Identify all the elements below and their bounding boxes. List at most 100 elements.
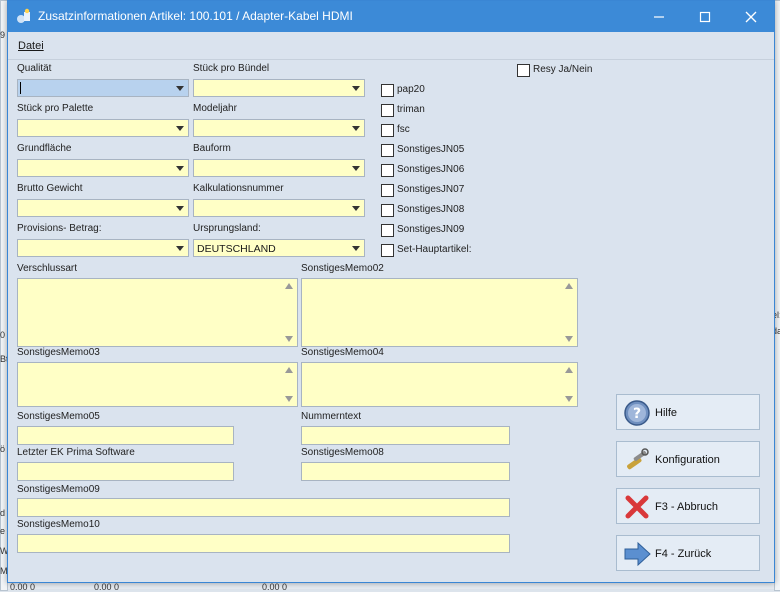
dropdown-arrow-icon[interactable] (171, 160, 188, 176)
close-icon (745, 11, 757, 22)
dropdown-arrow-icon[interactable] (171, 240, 188, 256)
app-icon (17, 8, 30, 23)
letzter-ek-input[interactable] (17, 462, 234, 481)
label-memo02: SonstigesMemo02 (301, 263, 384, 274)
abbruch-button[interactable]: F3 - Abbruch (616, 488, 760, 524)
scroll-down-icon[interactable] (285, 396, 293, 402)
label-pap20: pap20 (397, 84, 425, 95)
scroll-up-icon[interactable] (285, 367, 293, 373)
verschlussart-memo[interactable] (17, 278, 298, 347)
label-jn05: SonstigesJN05 (397, 144, 465, 155)
svg-text:?: ? (633, 406, 641, 422)
title-bar[interactable]: Zusatzinformationen Artikel: 100.101 / A… (8, 1, 774, 32)
scroll-down-icon[interactable] (565, 336, 573, 342)
scroll-up-icon[interactable] (565, 367, 573, 373)
memo-scrollbar[interactable] (561, 279, 577, 346)
menu-datei[interactable]: Datei (18, 40, 44, 52)
qualitaet-combo[interactable] (17, 79, 189, 97)
memo04-field[interactable] (301, 362, 578, 407)
zurueck-label: F4 - Zurück (655, 548, 712, 560)
label-jn06: SonstigesJN06 (397, 164, 465, 175)
checkbox-pap20[interactable] (381, 84, 394, 97)
dropdown-arrow-icon[interactable] (347, 160, 364, 176)
memo02-field[interactable] (301, 278, 578, 347)
bauform-combo[interactable] (193, 159, 365, 177)
dropdown-arrow-icon[interactable] (171, 200, 188, 216)
background-fragment: d (0, 508, 6, 518)
close-button[interactable] (728, 1, 774, 32)
label-stueck-pro-buendel: Stück pro Bündel (193, 63, 270, 74)
checkbox-jn07[interactable] (381, 184, 394, 197)
memo10-input[interactable] (17, 534, 510, 553)
label-set-hauptartikel: Set-Hauptartikel: (397, 244, 472, 255)
help-icon: ? (624, 400, 650, 426)
grundflaeche-combo[interactable] (17, 159, 189, 177)
dropdown-arrow-icon[interactable] (171, 120, 188, 136)
scroll-down-icon[interactable] (565, 396, 573, 402)
label-nummerntext: Nummerntext (301, 411, 362, 422)
checkbox-jn06[interactable] (381, 164, 394, 177)
label-fsc: fsc (397, 124, 410, 135)
dropdown-arrow-icon[interactable] (347, 240, 364, 256)
minimize-button[interactable] (636, 1, 682, 32)
checkbox-set-hauptartikel[interactable] (381, 244, 394, 257)
stueck-pro-palette-combo[interactable] (17, 119, 189, 137)
label-jn08: SonstigesJN08 (397, 204, 465, 215)
label-qualitaet: Qualität (17, 63, 52, 74)
modeljahr-combo[interactable] (193, 119, 365, 137)
checkbox-jn08[interactable] (381, 204, 394, 217)
cancel-x-icon (625, 495, 649, 519)
label-triman: triman (397, 104, 425, 115)
background-fragment: 0.00 0 (10, 582, 36, 592)
kalkulationsnummer-combo[interactable] (193, 199, 365, 217)
memo-scrollbar[interactable] (281, 279, 297, 346)
memo05-input[interactable] (17, 426, 234, 445)
scroll-down-icon[interactable] (285, 336, 293, 342)
minimize-icon (654, 15, 664, 18)
checkbox-resy[interactable] (517, 64, 530, 77)
label-memo05: SonstigesMemo05 (17, 411, 100, 422)
brutto-gewicht-combo[interactable] (17, 199, 189, 217)
hilfe-label: Hilfe (655, 407, 678, 419)
abbruch-label: F3 - Abbruch (655, 501, 718, 513)
tools-icon (627, 448, 649, 470)
label-kalkulationsnummer: Kalkulationsnummer (193, 183, 284, 194)
background-fragment: e (0, 526, 6, 536)
label-memo10: SonstigesMemo10 (17, 519, 100, 530)
label-modeljahr: Modeljahr (193, 103, 237, 114)
scroll-up-icon[interactable] (565, 283, 573, 289)
checkbox-jn05[interactable] (381, 144, 394, 157)
checkbox-triman[interactable] (381, 104, 394, 117)
background-fragment: 0 (0, 330, 6, 340)
memo08-input[interactable] (301, 462, 510, 481)
label-grundflaeche: Grundfläche (17, 143, 72, 154)
memo09-input[interactable] (17, 498, 510, 517)
hilfe-button[interactable]: ? Hilfe (616, 394, 760, 430)
stueck-pro-buendel-combo[interactable] (193, 79, 365, 97)
provisions-betrag-combo[interactable] (17, 239, 189, 257)
memo-scrollbar[interactable] (561, 363, 577, 406)
window-title: Zusatzinformationen Artikel: 100.101 / A… (38, 9, 353, 23)
label-bauform: Bauform (193, 143, 231, 154)
memo-scrollbar[interactable] (281, 363, 297, 406)
background-fragment: ö (0, 444, 6, 454)
checkbox-fsc[interactable] (381, 124, 394, 137)
zurueck-button[interactable]: F4 - Zurück (616, 535, 760, 571)
dropdown-arrow-icon[interactable] (347, 80, 364, 96)
maximize-icon (699, 11, 711, 22)
background-fragment: 0.00 0 (94, 582, 120, 592)
background-fragment: 9 (0, 30, 6, 40)
memo03-field[interactable] (17, 362, 298, 407)
scroll-up-icon[interactable] (285, 283, 293, 289)
maximize-button[interactable] (682, 1, 728, 32)
label-memo09: SonstigesMemo09 (17, 484, 100, 495)
dropdown-arrow-icon[interactable] (347, 120, 364, 136)
konfiguration-button[interactable]: Konfiguration (616, 441, 760, 477)
ursprungsland-combo[interactable]: DEUTSCHLAND (193, 239, 365, 257)
dropdown-arrow-icon[interactable] (347, 200, 364, 216)
menu-bar: Datei (8, 32, 774, 60)
dropdown-arrow-icon[interactable] (171, 80, 188, 96)
nummerntext-input[interactable] (301, 426, 510, 445)
label-memo03: SonstigesMemo03 (17, 347, 100, 358)
checkbox-jn09[interactable] (381, 224, 394, 237)
